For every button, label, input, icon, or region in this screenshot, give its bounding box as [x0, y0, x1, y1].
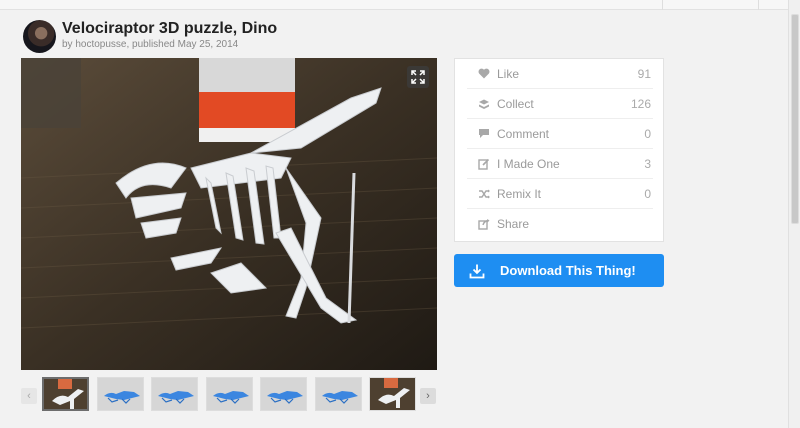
collect-label: Collect — [497, 96, 534, 111]
thumbnail-3[interactable] — [151, 377, 198, 411]
collect-icon — [477, 97, 491, 111]
thumbnail-image — [316, 378, 361, 410]
thumbnail-image — [98, 378, 143, 410]
made-one-button[interactable]: I Made One 3 — [467, 149, 653, 179]
expand-icon — [411, 70, 425, 84]
chevron-left-icon: ‹ — [27, 390, 31, 402]
thumbnail-6[interactable] — [315, 377, 362, 411]
comment-label: Comment — [497, 126, 550, 141]
remix-button[interactable]: Remix It 0 — [467, 179, 653, 209]
scrollbar-thumb[interactable] — [791, 14, 799, 224]
thumbnail-image — [152, 378, 197, 410]
like-button[interactable]: Like 91 — [467, 59, 653, 89]
collect-button[interactable]: Collect 126 — [467, 89, 653, 119]
made-one-label: I Made One — [497, 156, 560, 171]
byline: by hoctopusse, published May 25, 2014 — [62, 39, 239, 50]
avatar[interactable] — [23, 20, 56, 53]
share-label: Share — [497, 217, 530, 231]
heart-icon — [477, 67, 491, 81]
page-scrollbar[interactable] — [788, 0, 800, 428]
thumbnail-image — [207, 378, 252, 410]
thumbnail-4[interactable] — [206, 377, 253, 411]
thumbnail-7[interactable] — [369, 377, 416, 411]
thumbnail-image — [261, 378, 306, 410]
chevron-right-icon: › — [426, 390, 430, 402]
page-title: Velociraptor 3D puzzle, Dino — [62, 20, 278, 37]
like-count: 91 — [637, 66, 651, 81]
share-button[interactable]: Share — [467, 209, 653, 239]
collect-count: 126 — [630, 96, 651, 111]
download-icon — [469, 264, 485, 278]
download-button[interactable]: Download This Thing! — [454, 254, 664, 287]
top-strip-divider — [662, 0, 663, 10]
thumbnail-1[interactable] — [42, 377, 89, 411]
remix-icon — [477, 187, 491, 201]
remix-count: 0 — [644, 186, 651, 201]
made-one-count: 3 — [644, 156, 651, 171]
download-label: Download This Thing! — [500, 263, 636, 278]
thumbnails-next-button[interactable]: › — [420, 388, 436, 404]
thumbnail-2[interactable] — [97, 377, 144, 411]
thumbnails-prev-button[interactable]: ‹ — [21, 388, 37, 404]
thumbnail-image — [370, 378, 415, 410]
main-image-picture — [21, 58, 437, 370]
remix-label: Remix It — [497, 186, 542, 201]
comment-count: 0 — [644, 126, 651, 141]
thumbnail-5[interactable] — [260, 377, 307, 411]
top-strip-divider — [758, 0, 759, 10]
main-image[interactable] — [21, 58, 437, 370]
expand-image-button[interactable] — [407, 66, 429, 88]
thumbnail-image — [44, 379, 87, 409]
stats-panel: Like 91 Collect 126 Comment 0 I Made One… — [454, 58, 664, 242]
like-label: Like — [497, 66, 520, 81]
made-one-icon — [477, 157, 491, 171]
top-strip — [0, 0, 788, 10]
share-icon — [477, 217, 491, 231]
comment-button[interactable]: Comment 0 — [467, 119, 653, 149]
comment-icon — [477, 127, 491, 141]
